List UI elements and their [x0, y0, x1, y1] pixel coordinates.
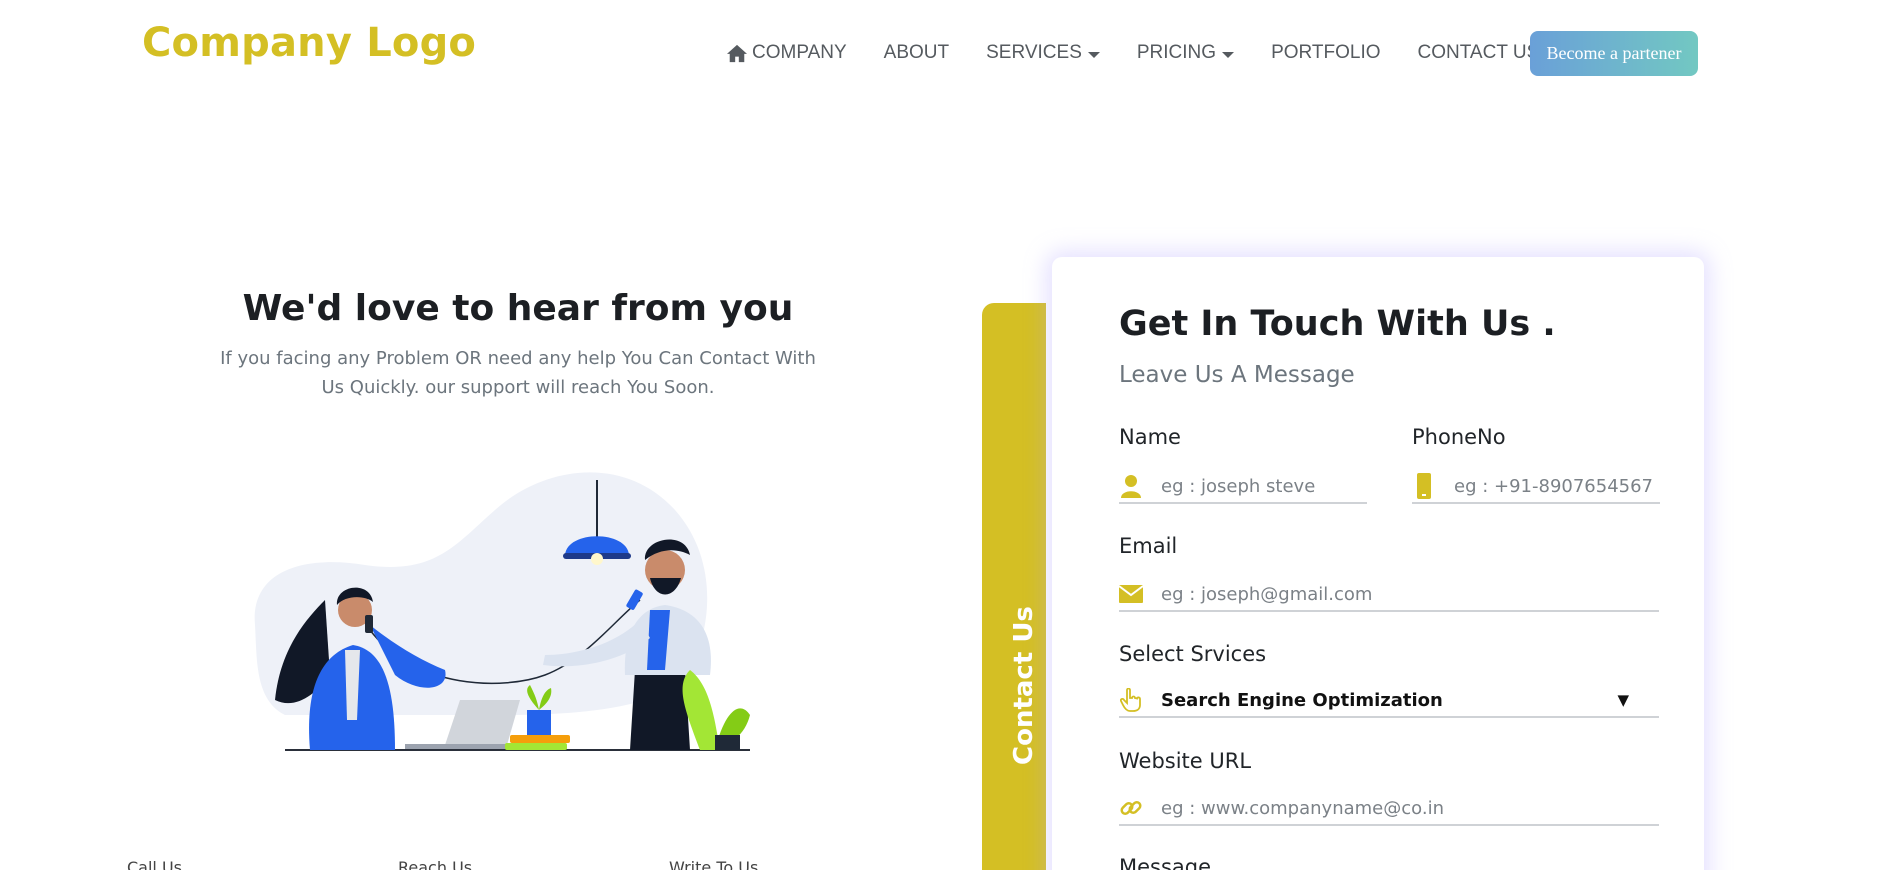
nav-item-contact-us[interactable]: CONTACT US	[1418, 42, 1540, 64]
reach-us-label: Reach Us	[398, 858, 473, 870]
contact-side-tab	[982, 303, 1046, 870]
contact-form-card	[1052, 257, 1704, 870]
name-field	[1119, 470, 1367, 504]
contact-methods-row: Call Us Reach Us Write To Us	[127, 858, 940, 870]
service-select[interactable]: Search Engine Optimization ▼	[1119, 684, 1659, 718]
nav-item-pricing[interactable]: PRICING	[1136, 42, 1235, 64]
user-icon	[1119, 474, 1143, 498]
email-label: Email	[1119, 534, 1178, 558]
website-label: Website URL	[1119, 749, 1252, 773]
service-selected-value: Search Engine Optimization	[1161, 689, 1443, 711]
nav-item-company[interactable]: COMPANY	[726, 42, 847, 64]
hand-pointer-icon	[1119, 688, 1143, 712]
call-us-label: Call Us	[127, 858, 182, 870]
email-input[interactable]	[1161, 583, 1659, 605]
become-partner-button[interactable]: Become a partener	[1530, 31, 1698, 76]
company-logo[interactable]: Company Logo	[142, 20, 476, 66]
phone-input[interactable]	[1454, 475, 1660, 497]
form-subtitle: Leave Us A Message	[1119, 362, 1355, 388]
caret-down-icon	[1222, 52, 1235, 58]
form-title: Get In Touch With Us .	[1119, 304, 1556, 344]
website-input[interactable]	[1161, 797, 1659, 819]
website-field	[1119, 792, 1659, 826]
main-nav: COMPANY ABOUT SERVICES PRICING PORTFOLIO…	[726, 42, 1576, 64]
mobile-icon	[1412, 473, 1436, 499]
link-icon	[1119, 796, 1143, 820]
page-subtitle: If you facing any Problem OR need any he…	[220, 348, 816, 398]
select-caret-icon: ▼	[1617, 691, 1629, 709]
page-title: We'd love to hear from you	[242, 288, 794, 329]
contact-side-tab-label: Contact Us	[1009, 606, 1039, 765]
service-label: Select Srvices	[1119, 642, 1267, 666]
write-to-us-label: Write To Us	[669, 858, 759, 870]
nav-label-company: COMPANY	[752, 42, 847, 63]
name-input[interactable]	[1161, 475, 1367, 497]
nav-label-services: SERVICES	[986, 42, 1082, 63]
email-field	[1119, 578, 1659, 612]
name-label: Name	[1119, 425, 1181, 449]
phone-field	[1412, 470, 1660, 504]
nav-label-pricing: PRICING	[1136, 42, 1217, 63]
envelope-icon	[1119, 582, 1143, 606]
nav-label-portfolio: PORTFOLIO	[1271, 42, 1381, 63]
message-label: Message	[1119, 855, 1212, 870]
nav-label-contact-us: CONTACT US	[1417, 42, 1540, 63]
nav-label-about: ABOUT	[883, 42, 950, 63]
nav-item-about[interactable]: ABOUT	[884, 42, 949, 64]
home-icon	[727, 44, 747, 63]
nav-item-services[interactable]: SERVICES	[986, 42, 1100, 64]
support-call-illustration	[254, 472, 750, 751]
caret-down-icon	[1087, 52, 1100, 58]
nav-item-portfolio[interactable]: PORTFOLIO	[1271, 42, 1380, 64]
phone-label: PhoneNo	[1412, 425, 1506, 449]
